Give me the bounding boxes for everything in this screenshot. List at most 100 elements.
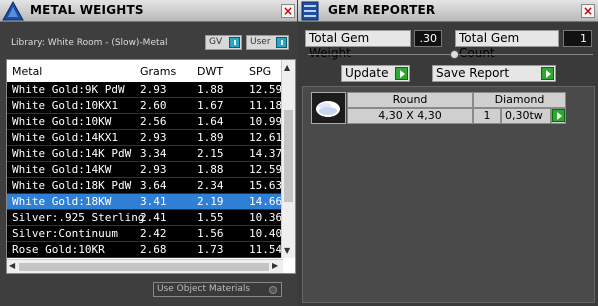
dwt-cell: 1.56 [197, 227, 224, 240]
spg-cell: 11.18 [249, 99, 283, 112]
gem-count-cell: 1 [473, 108, 501, 124]
table-row[interactable]: Rose Gold:10KR 2.68 1.73 11.54 [7, 242, 283, 258]
spg-cell: 12.59 [249, 163, 283, 176]
dwt-cell: 1.55 [197, 211, 224, 224]
user-toggle-label: User [250, 37, 271, 47]
dwt-cell: 1.89 [197, 131, 224, 144]
spg-cell: 14.66 [249, 195, 283, 208]
table-row[interactable]: White Gold:18K PdW 3.64 2.34 15.63 [7, 178, 283, 194]
metal-cell: White Gold:14KX1 [12, 131, 118, 144]
gv-toggle-indicator [229, 37, 240, 48]
horizontal-scroll-thumb[interactable] [19, 263, 269, 271]
gem-reporter-title: GEM REPORTER [328, 3, 436, 17]
metal-cell: White Gold:18KW [12, 195, 112, 208]
metal-cell: Silver:.925 Sterling [12, 211, 145, 224]
total-gem-weight-value: .30 [414, 30, 442, 47]
total-gem-count-label: Total Gem Count [455, 30, 559, 60]
grams-cell: 2.93 [140, 131, 167, 144]
total-gem-weight-label: Total Gem Weight [305, 30, 411, 60]
gv-toggle-label: GV [209, 37, 223, 47]
gem-reporter-app-icon [301, 1, 319, 21]
dwt-cell: 1.64 [197, 115, 224, 128]
save-report-button[interactable]: Save Report [432, 65, 556, 82]
column-header-grams[interactable]: Grams [140, 65, 176, 78]
grams-cell: 2.56 [140, 115, 167, 128]
column-header-metal[interactable]: Metal [12, 65, 42, 78]
grams-cell: 2.42 [140, 227, 167, 240]
gem-reporter-close-button[interactable]: × [581, 4, 595, 18]
gem-weight-cell: 0,30tw [501, 108, 551, 124]
scroll-down-icon[interactable]: ▼ [284, 246, 290, 255]
gem-list: Round Diamond 4,30 X 4,30 1 0,30tw [302, 86, 595, 303]
metal-cell: Silver:Continuum [12, 227, 118, 240]
metal-table-header: Metal Grams DWT SPG [7, 60, 281, 82]
dwt-cell: 1.88 [197, 83, 224, 96]
grams-cell: 2.93 [140, 83, 167, 96]
use-object-materials-label: Use Object Materials [157, 284, 251, 294]
metal-table: Metal Grams DWT SPG White Gold:9K PdW 2.9… [6, 59, 296, 274]
metal-table-rows: White Gold:9K PdW 2.93 1.88 12.59 White Gold… [7, 82, 283, 258]
gem-go-icon[interactable] [552, 109, 565, 122]
dwt-cell: 1.88 [197, 163, 224, 176]
column-header-dwt[interactable]: DWT [197, 65, 223, 78]
table-row[interactable]: White Gold:10KX1 2.60 1.67 11.18 [7, 98, 283, 114]
save-report-go-icon[interactable] [541, 67, 554, 80]
grams-cell: 3.34 [140, 147, 167, 160]
grams-cell: 3.41 [140, 195, 167, 208]
table-row[interactable]: White Gold:14KX1 2.93 1.89 12.61 [7, 130, 283, 146]
column-header-spg[interactable]: SPG [249, 65, 271, 78]
metal-cell: Rose Gold:10KR [12, 243, 105, 256]
gem-reporter-panel: GEM REPORTER × Total Gem Weight .30 Tota… [298, 0, 598, 306]
scroll-up-icon[interactable]: ▲ [284, 63, 290, 72]
gem-type-cell: Diamond [473, 92, 566, 108]
metal-weights-titlebar: METAL WEIGHTS × [0, 0, 297, 22]
table-row[interactable]: White Gold:18KW 3.41 2.19 14.66 [7, 194, 283, 210]
gv-toggle[interactable]: GV [205, 35, 242, 50]
spg-cell: 15.63 [249, 179, 283, 192]
metal-table-horizontal-scrollbar[interactable]: ◀ ▶ [7, 259, 283, 273]
metal-cell: White Gold:10KX1 [12, 99, 118, 112]
grams-cell: 2.60 [140, 99, 167, 112]
update-go-icon[interactable] [395, 67, 408, 80]
update-button[interactable]: Update [341, 65, 410, 82]
use-object-materials-radio-icon[interactable] [269, 286, 277, 294]
metal-table-vertical-scrollbar[interactable]: ▲ ▼ [281, 60, 295, 258]
metal-cell: White Gold:14K PdW [12, 147, 132, 160]
table-row[interactable]: Silver:.925 Sterling 2.41 1.55 10.36 [7, 210, 282, 226]
spg-cell: 12.61 [249, 131, 283, 144]
save-report-button-label: Save Report [436, 66, 510, 80]
grams-cell: 3.64 [140, 179, 167, 192]
metal-cell: White Gold:14KW [12, 163, 112, 176]
scroll-right-icon[interactable]: ▶ [272, 261, 278, 270]
table-row[interactable]: White Gold:9K PdW 2.93 1.88 12.59 [7, 82, 283, 98]
gem-shape-cell: Round [347, 92, 473, 108]
table-row[interactable]: Silver:Continuum 2.42 1.56 10.40 [7, 226, 283, 242]
vertical-scroll-thumb[interactable] [284, 110, 293, 202]
grams-cell: 2.41 [140, 211, 167, 224]
divider-handle[interactable] [450, 50, 459, 59]
metal-weights-app-icon [2, 1, 24, 21]
table-row[interactable]: White Gold:14K PdW 3.34 2.15 14.37 [7, 146, 283, 162]
use-object-materials-toggle[interactable]: Use Object Materials [153, 282, 282, 297]
user-toggle-indicator [276, 37, 287, 48]
table-row[interactable]: White Gold:10KW 2.56 1.64 10.99 [7, 114, 283, 130]
spg-cell: 14.37 [249, 147, 283, 160]
dwt-cell: 2.34 [197, 179, 224, 192]
scroll-left-icon[interactable]: ◀ [9, 261, 15, 270]
metal-cell: White Gold:9K PdW [12, 83, 125, 96]
grams-cell: 2.93 [140, 163, 167, 176]
metal-weights-close-button[interactable]: × [281, 4, 295, 18]
table-row[interactable]: White Gold:14KW 2.93 1.88 12.59 [7, 162, 283, 178]
spg-cell: 10.40 [249, 227, 283, 240]
gem-select-button[interactable] [551, 108, 566, 124]
spg-cell: 12.59 [249, 83, 283, 96]
metal-weights-title: METAL WEIGHTS [30, 3, 144, 17]
spg-cell: 10.99 [249, 115, 283, 128]
spg-cell: 11.54 [249, 243, 283, 256]
user-toggle[interactable]: User [246, 35, 289, 50]
round-gem-icon [311, 92, 346, 124]
gem-reporter-titlebar: GEM REPORTER × [298, 0, 598, 22]
dwt-cell: 1.73 [197, 243, 224, 256]
gem-size-cell: 4,30 X 4,30 [347, 108, 473, 124]
metal-cell: White Gold:10KW [12, 115, 112, 128]
